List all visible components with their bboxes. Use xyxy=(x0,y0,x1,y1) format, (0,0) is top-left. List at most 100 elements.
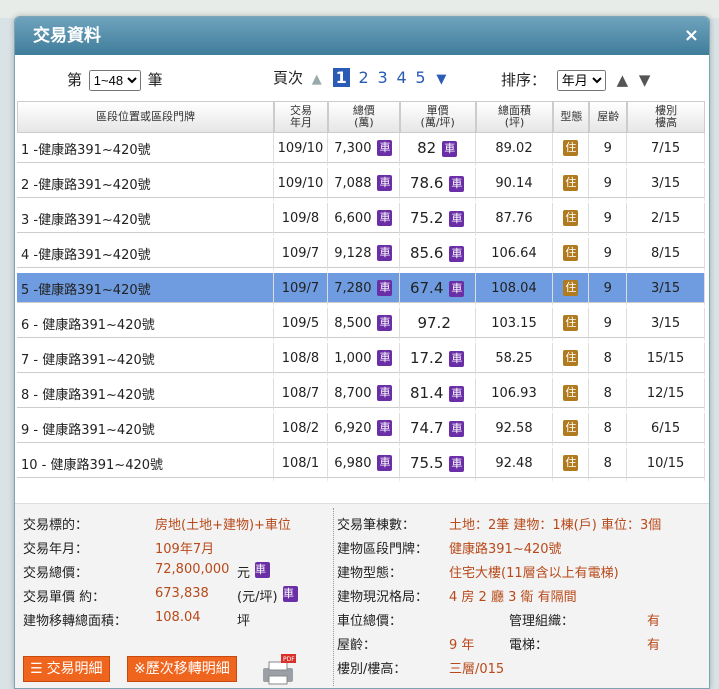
car-icon[interactable]: 車 xyxy=(283,586,298,602)
car-icon[interactable]: 車 xyxy=(377,385,393,401)
total-value: 72,800,000 xyxy=(155,562,230,577)
transaction-table: 區段位置或區段門牌 交易 年月 總價 (萬) 單價 (萬/坪) 總面積 (坪) 型態 屋… xyxy=(17,101,705,483)
cell-address[interactable]: 7 - 健康路391~420號 xyxy=(17,343,274,378)
record-range-select[interactable]: 1~48 xyxy=(88,70,141,91)
car-icon[interactable]: 車 xyxy=(377,140,393,156)
addr-label: 建物區段門牌： xyxy=(337,542,429,557)
close-icon[interactable]: × xyxy=(684,17,699,55)
header-total: 總價 (萬) xyxy=(327,101,400,133)
unit-price-text: 74.7 xyxy=(409,418,444,437)
cell-age: 9 xyxy=(589,238,628,273)
cell-unit: 85.6 車 xyxy=(399,238,476,273)
cell-total: 6,920 車 xyxy=(327,413,400,448)
car-icon[interactable]: 車 xyxy=(377,210,393,226)
car-icon[interactable]: 車 xyxy=(449,281,465,298)
car-icon[interactable]: 車 xyxy=(449,386,465,403)
history-transfer-button-label: ※歷次移轉明細 xyxy=(134,661,230,677)
cell-address[interactable]: 5 -健康路391~420號 xyxy=(17,273,274,308)
table-row[interactable]: 3 -健康路391~420號 109/8 6,600 車 75.2 車 87.76 住 9 2/1… xyxy=(17,203,705,238)
page-prefix-label: 第 xyxy=(67,71,83,89)
header-address: 區段位置或區段門牌 xyxy=(17,101,274,133)
prev-page-icon[interactable]: ▲ xyxy=(312,72,322,87)
cell-ym: 108/2 xyxy=(273,413,328,448)
table-row[interactable]: 7 - 健康路391~420號 108/8 1,000 車 17.2 車 58.25 住 8 15… xyxy=(17,343,705,378)
table-row[interactable]: 6 - 健康路391~420號 109/5 8,500 車 97.2 103.15 住 9 3/… xyxy=(17,308,705,343)
car-icon[interactable]: 車 xyxy=(377,175,393,191)
total-price-text: 1,000 xyxy=(334,350,372,366)
header-address-text: 區段位置或區段門牌 xyxy=(95,110,195,123)
header-age: 屋齡 xyxy=(589,101,628,133)
car-icon[interactable]: 車 xyxy=(449,351,465,368)
header-area-2: (坪) xyxy=(504,116,525,129)
next-page-icon[interactable]: ▼ xyxy=(436,72,446,87)
car-icon[interactable]: 車 xyxy=(377,350,393,366)
count-label: 交易筆棟數： xyxy=(337,518,416,533)
table-row[interactable]: 2 -健康路391~420號 109/10 7,088 車 78.6 車 90.14 住 9 3/… xyxy=(17,168,705,203)
cell-area: 87.76 xyxy=(475,203,554,238)
cell-unit: 17.2 車 xyxy=(399,343,476,378)
car-icon[interactable]: 車 xyxy=(449,211,465,228)
car-icon[interactable]: 車 xyxy=(377,455,393,471)
cell-type: 住 xyxy=(553,238,590,273)
page-link-3[interactable]: 3 xyxy=(377,68,387,87)
cell-floor: 15/15 xyxy=(627,343,705,378)
header-ym: 交易 年月 xyxy=(273,101,328,133)
residence-type-icon: 住 xyxy=(563,245,579,261)
cell-age: 8 xyxy=(589,448,628,483)
cell-address[interactable]: 4 -健康路391~420號 xyxy=(17,238,274,273)
cell-total: 7,088 車 xyxy=(327,168,400,203)
table-row[interactable]: 8 - 健康路391~420號 108/7 8,700 車 81.4 車 106.93 住 8 1… xyxy=(17,378,705,413)
car-icon[interactable]: 車 xyxy=(377,315,393,331)
count-value: 土地：2筆 建物：1棟(戶) 車位：3個 xyxy=(449,518,662,533)
sort-desc-icon[interactable]: ▼ xyxy=(639,71,651,89)
table-row[interactable]: 10 - 健康路391~420號 108/1 6,980 車 75.5 車 92.48 住 8 1… xyxy=(17,448,705,483)
cell-type: 住 xyxy=(553,413,590,448)
car-icon[interactable]: 車 xyxy=(442,141,458,158)
header-unit-2: (萬/坪) xyxy=(420,116,455,129)
page-link-5[interactable]: 5 xyxy=(415,68,425,87)
cell-area: 106.93 xyxy=(475,378,554,413)
cell-ym: 108/8 xyxy=(273,343,328,378)
unit-value: 673,838 xyxy=(155,586,209,601)
cell-address[interactable]: 8 - 健康路391~420號 xyxy=(17,378,274,413)
dialog-titlebar: 交易資料 × xyxy=(15,17,709,55)
total-price-text: 8,700 xyxy=(334,385,372,401)
car-icon[interactable]: 車 xyxy=(377,245,393,261)
unit-label: 交易單價 約： xyxy=(23,590,106,605)
car-icon[interactable]: 車 xyxy=(449,246,465,263)
table-row[interactable]: 1 -健康路391~420號 109/10 7,300 車 82 車 89.02 住 9 7/15 xyxy=(17,133,705,168)
car-icon[interactable]: 車 xyxy=(377,420,393,436)
cell-type: 住 xyxy=(553,378,590,413)
history-transfer-button[interactable]: ※歷次移轉明細 xyxy=(127,656,237,682)
table-row[interactable]: 9 - 健康路391~420號 108/2 6,920 車 74.7 車 92.58 住 8 6/… xyxy=(17,413,705,448)
car-icon[interactable]: 車 xyxy=(255,562,270,578)
cell-type: 住 xyxy=(553,133,590,168)
cell-unit: 78.6 車 xyxy=(399,168,476,203)
record-range-control: 第 1~48 筆 xyxy=(67,69,163,91)
car-icon[interactable]: 車 xyxy=(449,456,465,473)
table-row[interactable]: 5 -健康路391~420號 109/7 7,280 車 67.4 車 108.04 住 9 3/… xyxy=(17,273,705,308)
page-link-1[interactable]: 1 xyxy=(332,68,350,87)
cell-address[interactable]: 9 - 健康路391~420號 xyxy=(17,413,274,448)
transaction-detail-button[interactable]: ☰ 交易明細 xyxy=(23,656,110,682)
car-icon[interactable]: 車 xyxy=(449,421,465,438)
cell-address[interactable]: 3 -健康路391~420號 xyxy=(17,203,274,238)
cell-address[interactable]: 6 - 健康路391~420號 xyxy=(17,308,274,343)
sort-label: 排序： xyxy=(501,71,547,89)
page-link-4[interactable]: 4 xyxy=(396,68,406,87)
table-row[interactable]: 4 -健康路391~420號 109/7 9,128 車 85.6 車 106.64 住 9 8/… xyxy=(17,238,705,273)
cell-address[interactable]: 1 -健康路391~420號 xyxy=(17,133,274,168)
car-icon[interactable]: 車 xyxy=(377,280,393,296)
pager-label: 頁次 xyxy=(273,69,304,87)
cell-address[interactable]: 2 -健康路391~420號 xyxy=(17,168,274,203)
dialog-title: 交易資料 xyxy=(33,26,101,46)
cell-unit: 75.2 車 xyxy=(399,203,476,238)
cell-address[interactable]: 10 - 健康路391~420號 xyxy=(17,448,274,483)
sort-asc-icon[interactable]: ▲ xyxy=(617,71,629,89)
cell-unit: 74.7 車 xyxy=(399,413,476,448)
pdf-print-icon[interactable]: PDF xyxy=(261,654,297,686)
car-icon[interactable]: 車 xyxy=(449,176,465,193)
sort-select[interactable]: 年月 xyxy=(556,70,606,91)
page-link-2[interactable]: 2 xyxy=(359,68,369,87)
cell-age: 8 xyxy=(589,413,628,448)
